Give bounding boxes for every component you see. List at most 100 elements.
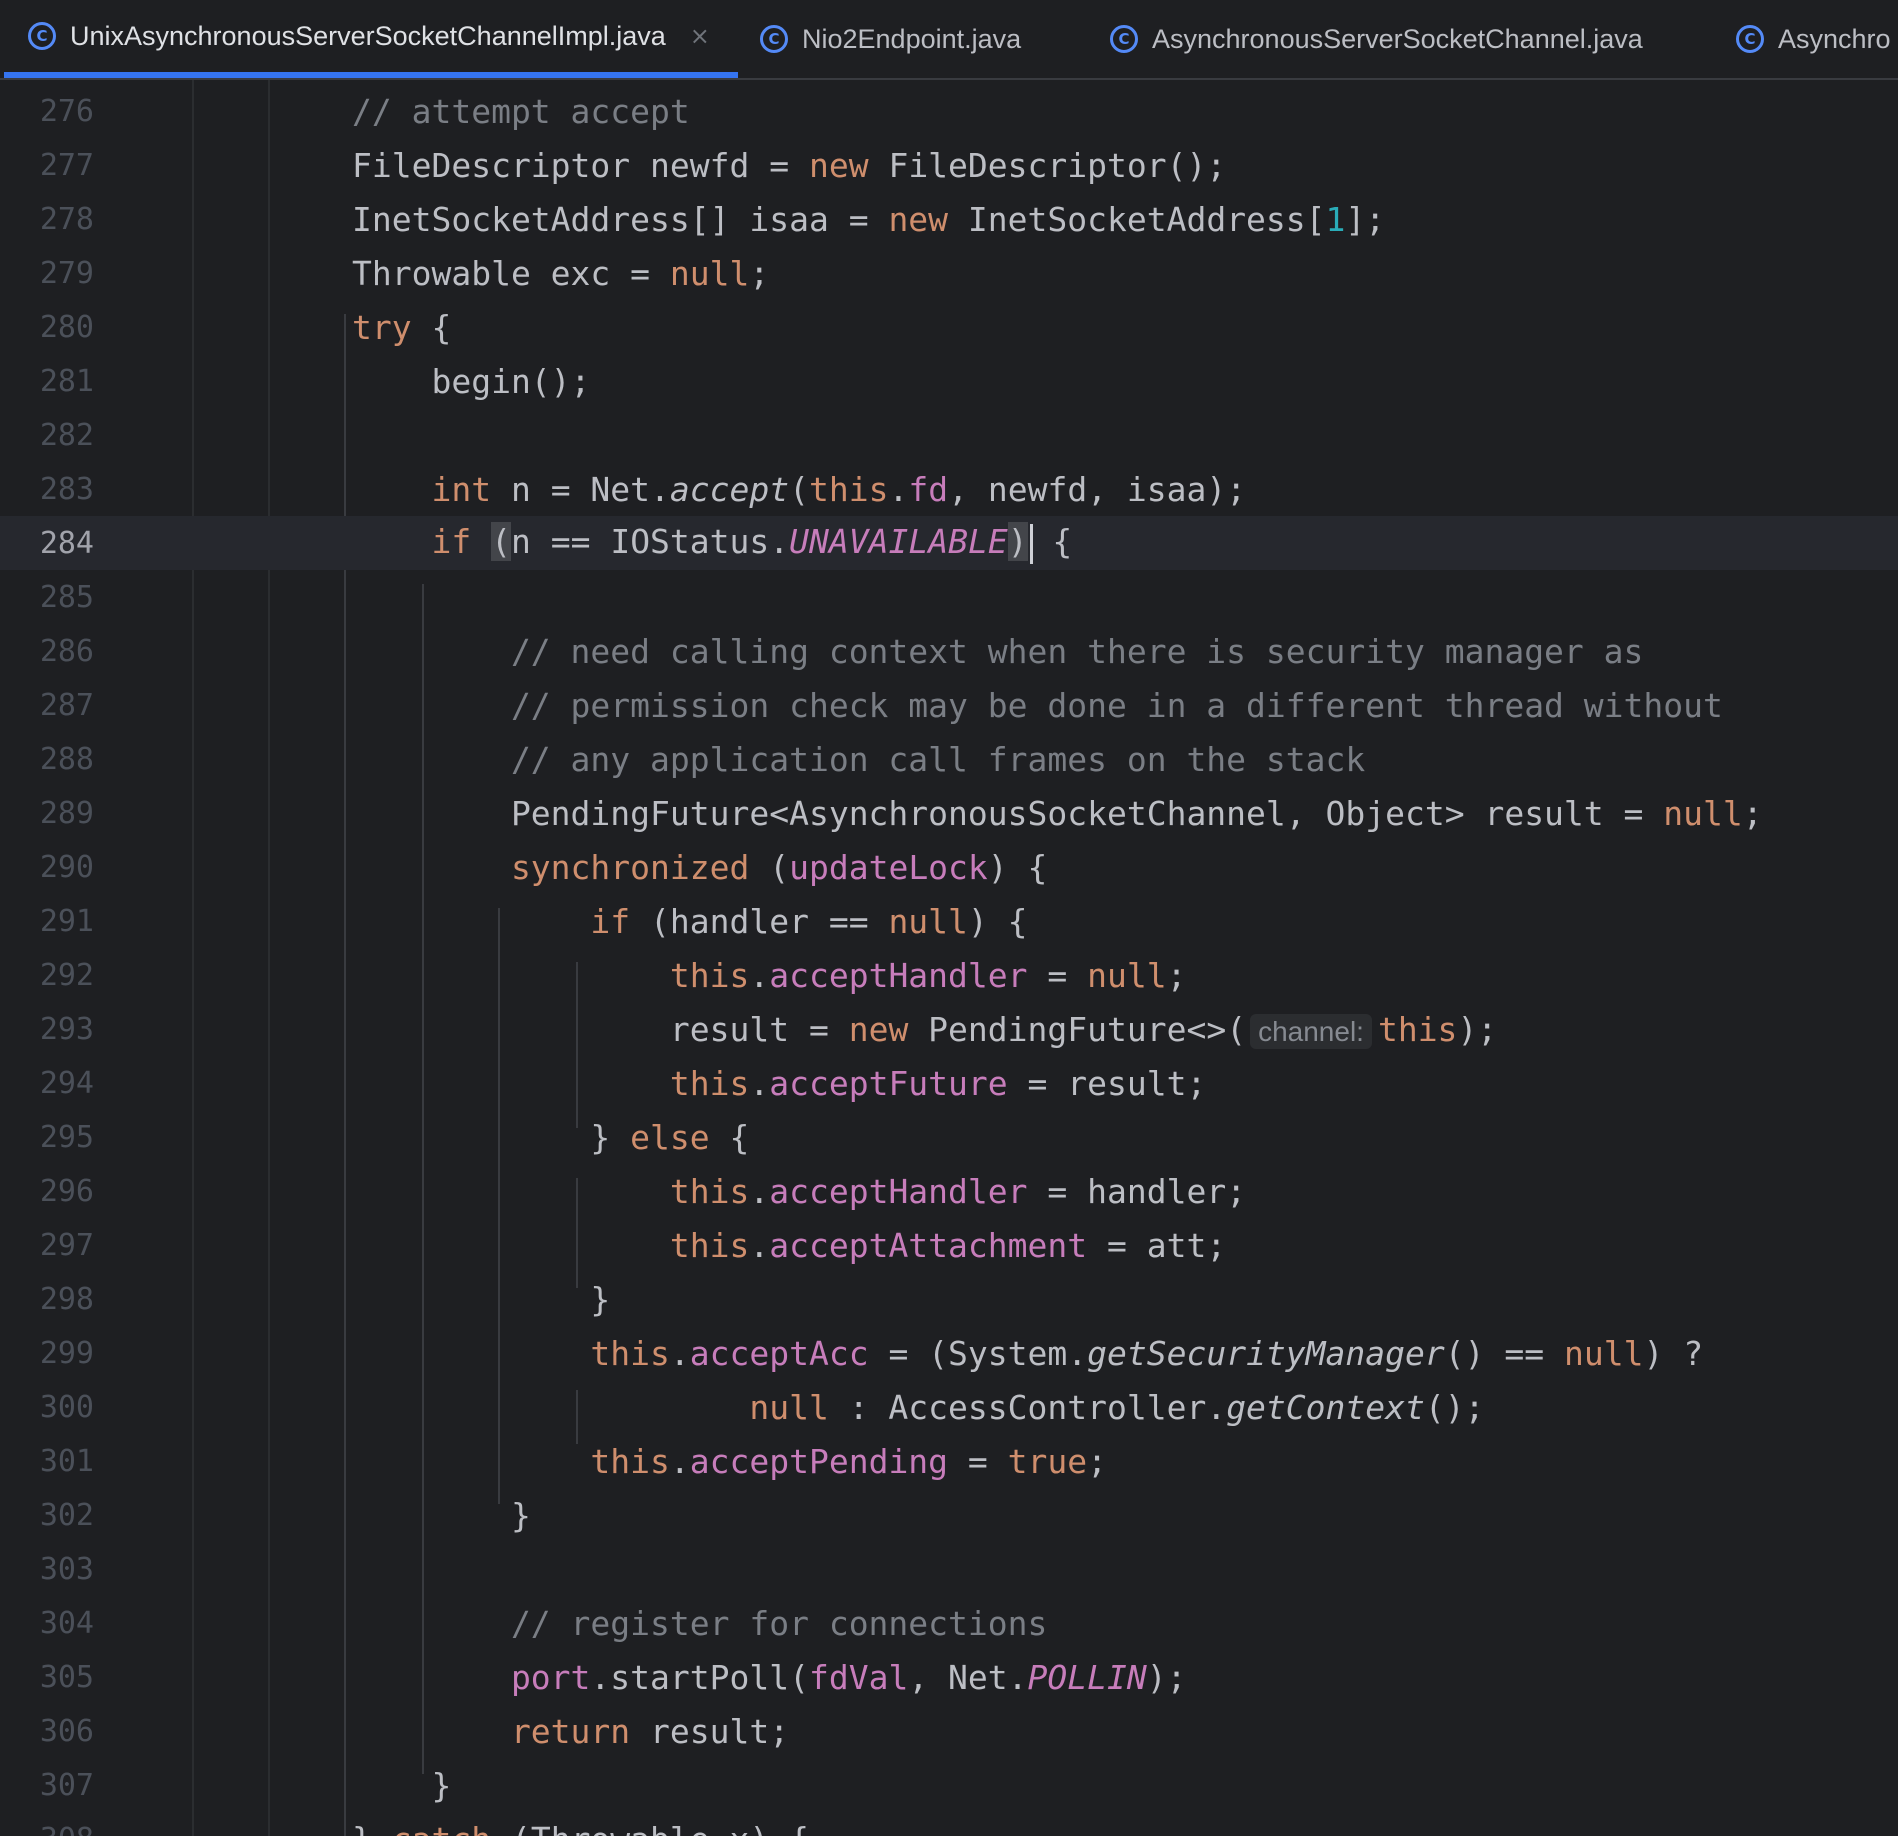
line-number[interactable]: 298: [0, 1282, 94, 1317]
code-token: fd: [908, 469, 949, 509]
code-line[interactable]: 308} catch (Throwable x) {: [0, 1812, 1898, 1836]
code-line[interactable]: 300 null : AccessController.getContext()…: [0, 1380, 1898, 1434]
line-number[interactable]: 286: [0, 634, 94, 669]
line-number[interactable]: 307: [0, 1768, 94, 1803]
code-line[interactable]: 306 return result;: [0, 1704, 1898, 1758]
code-line[interactable]: 276 // attempt accept: [0, 84, 1898, 138]
code-token: int: [431, 469, 492, 509]
line-number[interactable]: 300: [0, 1390, 94, 1425]
line-number[interactable]: 305: [0, 1660, 94, 1695]
code-line[interactable]: 304 // register for connections: [0, 1596, 1898, 1650]
code-line[interactable]: 278 InetSocketAddress[] isaa = new InetSo…: [0, 192, 1898, 246]
code-line[interactable]: 288 // any application call frames on th…: [0, 732, 1898, 786]
code-line[interactable]: 299 this.acceptAcc = (System.getSecurity…: [0, 1326, 1898, 1380]
tab-asynchronousserversocketchannel[interactable]: C AsynchronousServerSocketChannel.java: [1110, 0, 1643, 78]
line-number[interactable]: 292: [0, 958, 94, 993]
code-line[interactable]: 290 synchronized (updateLock) {: [0, 840, 1898, 894]
line-number[interactable]: 293: [0, 1012, 94, 1047]
line-number[interactable]: 303: [0, 1552, 94, 1587]
code-text: this.acceptAttachment = att;: [352, 1226, 1226, 1265]
code-token: 1: [1325, 199, 1346, 239]
code-line[interactable]: 301 this.acceptPending = true;: [0, 1434, 1898, 1488]
code-text: Throwable exc = null;: [352, 254, 769, 293]
code-line[interactable]: 280 try {: [0, 300, 1898, 354]
code-token: {: [709, 1117, 750, 1157]
code-token: n == IOStatus.: [510, 522, 790, 562]
code-line[interactable]: 277 FileDescriptor newfd = new FileDescri…: [0, 138, 1898, 192]
line-number[interactable]: 276: [0, 94, 94, 129]
code-token: }: [352, 1495, 531, 1535]
code-line[interactable]: 298 }: [0, 1272, 1898, 1326]
code-token: n = Net.: [491, 469, 670, 509]
code-token: getContext: [1226, 1387, 1425, 1427]
code-line[interactable]: 284 if (n == IOStatus.UNAVAILABLE) {: [0, 516, 1898, 570]
line-number[interactable]: 306: [0, 1714, 94, 1749]
code-line[interactable]: 296 this.acceptHandler = handler;: [0, 1164, 1898, 1218]
line-number[interactable]: 282: [0, 418, 94, 453]
code-line[interactable]: 295 } else {: [0, 1110, 1898, 1164]
line-number[interactable]: 281: [0, 364, 94, 399]
line-number[interactable]: 301: [0, 1444, 94, 1479]
code-text: this.acceptHandler = handler;: [352, 1172, 1246, 1211]
code-token: null: [1087, 955, 1167, 995]
line-number[interactable]: 308: [0, 1822, 94, 1836]
line-number[interactable]: 284: [0, 526, 94, 561]
code-line[interactable]: 287 // permission check may be done in a…: [0, 678, 1898, 732]
code-text: if (handler == null) {: [352, 902, 1027, 941]
close-icon[interactable]: ×: [690, 22, 710, 50]
code-token: this: [352, 1171, 750, 1211]
code-token: : AccessController.: [828, 1387, 1227, 1427]
code-text: this.acceptPending = true;: [352, 1442, 1107, 1481]
class-icon: C: [1110, 25, 1138, 53]
code-line[interactable]: 279 Throwable exc = null;: [0, 246, 1898, 300]
code-line[interactable]: 283 int n = Net.accept(this.fd, newfd, i…: [0, 462, 1898, 516]
code-line[interactable]: 305 port.startPoll(fdVal, Net.POLLIN);: [0, 1650, 1898, 1704]
tab-asynchro[interactable]: C Asynchro: [1736, 0, 1891, 78]
code-line[interactable]: 281 begin();: [0, 354, 1898, 408]
code-token: ;: [1166, 955, 1187, 995]
code-line[interactable]: 302 }: [0, 1488, 1898, 1542]
tab-nio2endpoint[interactable]: C Nio2Endpoint.java: [760, 0, 1021, 78]
line-number[interactable]: 296: [0, 1174, 94, 1209]
code-token: (Throwable x) {: [491, 1820, 809, 1836]
line-number[interactable]: 283: [0, 472, 94, 507]
line-number[interactable]: 295: [0, 1120, 94, 1155]
line-number[interactable]: 299: [0, 1336, 94, 1371]
code-line[interactable]: 303: [0, 1542, 1898, 1596]
line-number[interactable]: 290: [0, 850, 94, 885]
line-number[interactable]: 297: [0, 1228, 94, 1263]
line-number[interactable]: 294: [0, 1066, 94, 1101]
line-number[interactable]: 291: [0, 904, 94, 939]
tab-unixasynchronousserversocketchannelimpl[interactable]: C UnixAsynchronousServerSocketChannelImpl…: [4, 0, 738, 78]
line-number[interactable]: 287: [0, 688, 94, 723]
line-number[interactable]: 288: [0, 742, 94, 777]
code-line[interactable]: 285: [0, 570, 1898, 624]
code-editor[interactable]: 276 // attempt accept 277 FileDescriptor ne…: [0, 80, 1898, 1836]
code-line[interactable]: 294 this.acceptFuture = result;: [0, 1056, 1898, 1110]
line-number[interactable]: 304: [0, 1606, 94, 1641]
code-line[interactable]: 307 }: [0, 1758, 1898, 1812]
line-number[interactable]: 279: [0, 256, 94, 291]
code-text: port.startPoll(fdVal, Net.POLLIN);: [352, 1658, 1187, 1697]
code-line[interactable]: 282: [0, 408, 1898, 462]
line-number[interactable]: 289: [0, 796, 94, 831]
code-token: =: [1027, 955, 1088, 995]
code-text: null : AccessController.getContext();: [352, 1388, 1484, 1427]
code-token: true: [1007, 1441, 1088, 1481]
line-number[interactable]: 277: [0, 148, 94, 183]
line-number[interactable]: 285: [0, 580, 94, 615]
code-line[interactable]: 293 result = new PendingFuture<>(channel…: [0, 1002, 1898, 1056]
line-number[interactable]: 280: [0, 310, 94, 345]
code-line[interactable]: 286 // need calling context when there i…: [0, 624, 1898, 678]
code-line[interactable]: 291 if (handler == null) {: [0, 894, 1898, 948]
code-token: port: [352, 1657, 591, 1697]
code-token: (: [749, 847, 790, 887]
code-line[interactable]: 289 PendingFuture<AsynchronousSocketChan…: [0, 786, 1898, 840]
code-line[interactable]: 297 this.acceptAttachment = att;: [0, 1218, 1898, 1272]
code-token: if: [431, 522, 472, 562]
line-number[interactable]: 302: [0, 1498, 94, 1533]
line-number[interactable]: 278: [0, 202, 94, 237]
code-line[interactable]: 292 this.acceptHandler = null;: [0, 948, 1898, 1002]
code-token: }: [352, 1765, 452, 1805]
code-token: this: [1377, 1009, 1458, 1049]
